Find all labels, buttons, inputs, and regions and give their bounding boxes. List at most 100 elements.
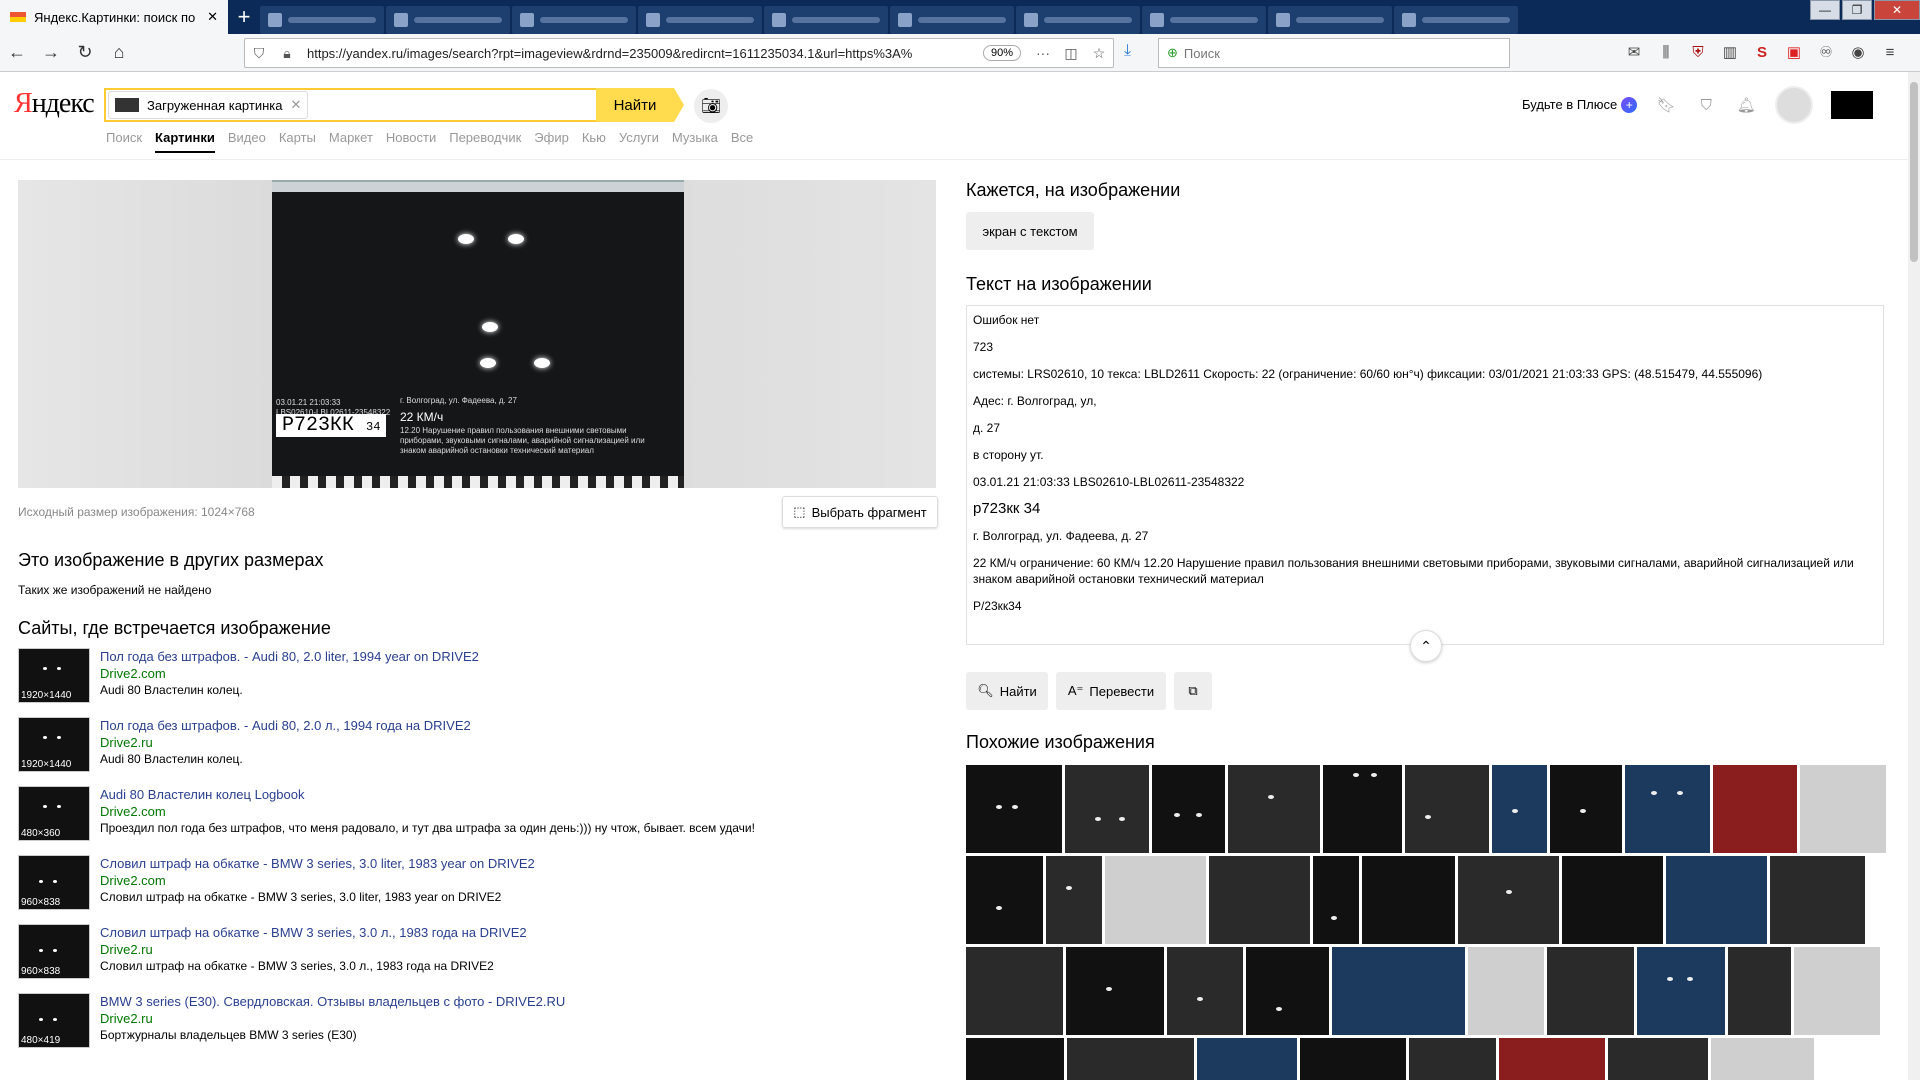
similar-image[interactable] <box>1608 1038 1708 1080</box>
library-icon[interactable]: ⫼ <box>1654 38 1678 66</box>
site-thumbnail[interactable]: 480×419 <box>18 993 90 1048</box>
forward-button[interactable]: → <box>34 38 68 68</box>
similar-image[interactable] <box>1800 765 1886 853</box>
similar-image[interactable] <box>1770 856 1865 944</box>
site-thumbnail[interactable]: 480×360 <box>18 786 90 841</box>
browser-search-input[interactable]: ⊕ Поиск <box>1158 38 1510 68</box>
image-search-box[interactable]: Загруженная картинка ✕ Найти <box>104 88 684 122</box>
more-actions-icon[interactable]: ··· <box>1029 45 1057 61</box>
similar-image[interactable] <box>1227 765 1321 853</box>
similar-image[interactable] <box>1152 765 1225 853</box>
similar-image[interactable] <box>1405 765 1489 853</box>
similar-image[interactable] <box>1468 947 1544 1035</box>
service-efir[interactable]: Эфир <box>534 130 569 153</box>
camera-icon[interactable]: 📷︎ <box>694 89 728 123</box>
similar-image[interactable] <box>1313 856 1359 944</box>
similar-image[interactable] <box>1637 947 1725 1035</box>
back-button[interactable]: ← <box>0 38 34 68</box>
address-bar[interactable]: ⛉ 🔒︎ https://yandex.ru/images/search?rpt… <box>244 38 1114 68</box>
site-title-link[interactable]: Пол года без штрафов. - Audi 80, 2.0 lit… <box>100 649 479 664</box>
plus-link[interactable]: Будьте в Плюсе + <box>1522 97 1638 113</box>
copy-button[interactable]: ⧉ <box>1174 672 1212 710</box>
tab-active[interactable]: Яндекс.Картинки: поиск по из ✕ <box>0 0 228 34</box>
similar-image[interactable] <box>1332 947 1465 1035</box>
similar-image[interactable] <box>1067 1038 1194 1080</box>
bookmark-star-icon[interactable]: ☆ <box>1085 45 1113 62</box>
similar-image[interactable] <box>966 856 1043 944</box>
sidebar-icon[interactable]: ▥ <box>1718 38 1742 66</box>
lock-icon[interactable]: 🔒︎ <box>273 45 301 62</box>
service-music[interactable]: Музыка <box>672 130 718 153</box>
similar-image[interactable] <box>1064 765 1150 853</box>
background-tab[interactable] <box>764 6 888 34</box>
ocr-text-box[interactable]: Ошибок нет 723 системы: LRS02610, 10 тек… <box>966 305 1884 645</box>
similar-image[interactable] <box>1105 856 1206 944</box>
pocket-icon[interactable]: ◫ <box>1057 45 1085 62</box>
similar-image[interactable] <box>1323 765 1403 853</box>
site-title-link[interactable]: Словил штраф на обкатке - BMW 3 series, … <box>100 925 527 940</box>
home-button[interactable]: ⌂ <box>102 38 136 68</box>
collections-icon[interactable]: 🔖︎ <box>1655 94 1677 116</box>
url-text[interactable]: https://yandex.ru/images/search?rpt=imag… <box>301 46 983 61</box>
site-thumbnail[interactable]: 1920×1440 <box>18 717 90 772</box>
site-title-link[interactable]: Словил штраф на обкатке - BMW 3 series, … <box>100 856 535 871</box>
yandex-logo[interactable]: Яндекс <box>14 88 95 120</box>
download-icon[interactable]: ⤓ <box>1124 42 1131 60</box>
image-preview[interactable]: 03.01.21 21:03:33 LBS02610-LBL02611-2354… <box>18 180 936 488</box>
site-domain-link[interactable]: Drive2.ru <box>100 735 471 750</box>
reload-button[interactable]: ↻ <box>68 38 102 68</box>
ublock-icon[interactable]: ⛨ <box>1686 38 1710 66</box>
uploaded-image-chip[interactable]: Загруженная картинка ✕ <box>108 91 309 119</box>
service-uslugi[interactable]: Услуги <box>619 130 659 153</box>
similar-image[interactable] <box>1300 1038 1406 1080</box>
similar-image[interactable] <box>1550 765 1623 853</box>
site-title-link[interactable]: Пол года без штрафов. - Audi 80, 2.0 л.,… <box>100 718 471 733</box>
protect-icon[interactable]: ⛉ <box>1695 94 1717 116</box>
service-translate[interactable]: Переводчик <box>449 130 521 153</box>
site-domain-link[interactable]: Drive2.com <box>100 873 535 888</box>
maximize-button[interactable]: ❐ <box>1842 0 1872 20</box>
site-thumbnail[interactable]: 960×838 <box>18 924 90 979</box>
translate-button[interactable]: A⁼ Перевести <box>1056 672 1166 710</box>
similar-image[interactable] <box>1794 947 1880 1035</box>
similar-image[interactable] <box>1625 765 1710 853</box>
user-menu[interactable] <box>1831 91 1874 119</box>
similar-image[interactable] <box>1711 1038 1814 1080</box>
similar-image[interactable] <box>1728 947 1791 1035</box>
similar-image[interactable] <box>1362 856 1455 944</box>
similar-image[interactable] <box>1066 947 1164 1035</box>
similar-image[interactable] <box>1458 856 1559 944</box>
zoom-indicator[interactable]: 90% <box>982 45 1021 61</box>
screenshot-icon[interactable]: ▣ <box>1782 38 1806 66</box>
site-domain-link[interactable]: Drive2.ru <box>100 1011 565 1026</box>
background-tab[interactable] <box>1142 6 1266 34</box>
similar-image[interactable] <box>1246 947 1329 1035</box>
site-title-link[interactable]: BMW 3 series (E30). Свердловская. Отзывы… <box>100 994 565 1009</box>
mail-icon[interactable]: ✉ <box>1622 38 1646 66</box>
vpn-icon[interactable]: ♾ <box>1814 38 1838 66</box>
select-fragment-button[interactable]: ⬚ Выбрать фрагмент <box>782 496 938 528</box>
background-tab[interactable] <box>638 6 762 34</box>
avatar[interactable] <box>1775 86 1814 124</box>
minimize-button[interactable]: — <box>1810 0 1840 20</box>
site-domain-link[interactable]: Drive2.com <box>100 804 755 819</box>
similar-image[interactable] <box>1491 765 1548 853</box>
site-thumbnail[interactable]: 960×838 <box>18 855 90 910</box>
service-q[interactable]: Кью <box>582 130 606 153</box>
close-tab-icon[interactable]: ✕ <box>207 9 218 25</box>
bell-icon[interactable]: 🔔︎ <box>1735 94 1757 116</box>
shield-icon[interactable]: ⛉ <box>245 45 273 62</box>
background-tab[interactable] <box>890 6 1014 34</box>
service-news[interactable]: Новости <box>386 130 436 153</box>
site-domain-link[interactable]: Drive2.com <box>100 666 479 681</box>
site-domain-link[interactable]: Drive2.ru <box>100 942 527 957</box>
find-button[interactable]: Найти <box>596 88 684 122</box>
background-tab[interactable] <box>1016 6 1140 34</box>
service-video[interactable]: Видео <box>228 130 266 153</box>
service-all[interactable]: Все <box>731 130 753 153</box>
account-icon[interactable]: ◉ <box>1846 38 1870 66</box>
similar-image[interactable] <box>966 765 1062 853</box>
background-tab[interactable] <box>260 6 384 34</box>
remove-chip-icon[interactable]: ✕ <box>290 97 301 113</box>
background-tab[interactable] <box>512 6 636 34</box>
